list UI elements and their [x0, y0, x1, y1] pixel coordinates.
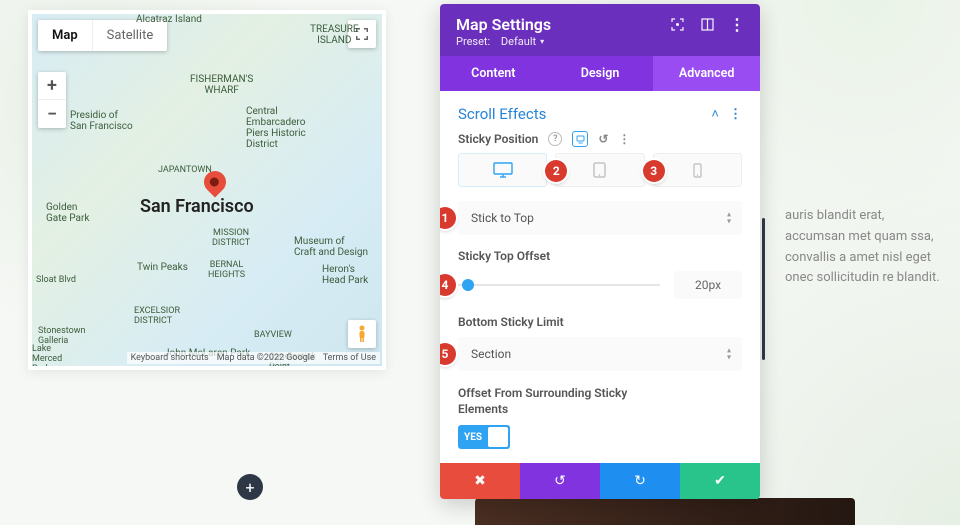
- zoom-in-button[interactable]: +: [38, 72, 66, 100]
- columns-icon[interactable]: [700, 17, 714, 31]
- tab-content[interactable]: Content: [440, 56, 547, 91]
- offset-slider[interactable]: [458, 284, 660, 286]
- device-phone[interactable]: 3: [653, 153, 742, 187]
- redo-button[interactable]: ↻: [600, 463, 680, 499]
- device-desktop[interactable]: [458, 153, 547, 187]
- annotation-4: 4: [440, 274, 456, 296]
- map-data-attrib: Map data ©2022 Google: [213, 352, 319, 364]
- map-terms[interactable]: Terms of Use: [319, 352, 380, 364]
- more-icon[interactable]: ⋮: [730, 17, 744, 31]
- tab-advanced[interactable]: Advanced: [653, 56, 760, 91]
- poi-bernal: BERNAL HEIGHTS: [208, 260, 245, 280]
- settings-panel: Map Settings Preset: Default ▾ ⋮ Content…: [440, 4, 760, 499]
- panel-preset[interactable]: Preset: Default ▾: [456, 35, 551, 48]
- panel-title: Map Settings: [456, 15, 551, 34]
- poi-fishermans: FISHERMAN'S WHARF: [190, 74, 253, 96]
- caret-down-icon: ▾: [540, 37, 544, 46]
- poi-japantown: JAPANTOWN: [158, 165, 212, 175]
- annotation-5: 5: [440, 343, 456, 365]
- save-button[interactable]: ✔: [680, 463, 760, 499]
- offset-surrounding-toggle[interactable]: YES: [458, 425, 510, 449]
- device-tablet[interactable]: 2: [555, 153, 644, 187]
- map-widget: Map Satellite + − Alcatraz Island TREASU…: [28, 10, 386, 370]
- lorem-text: auris blandit erat, accumsan met quam ss…: [785, 206, 940, 289]
- poi-excelsior: EXCELSIOR DISTRICT: [134, 306, 180, 326]
- panel-header: Map Settings Preset: Default ▾ ⋮: [440, 4, 760, 56]
- sticky-position-label: Sticky Position: [458, 132, 538, 146]
- tab-design[interactable]: Design: [547, 56, 654, 91]
- section-title[interactable]: Scroll Effects: [458, 105, 546, 123]
- undo-icon: ↺: [554, 473, 566, 489]
- annotation-1: 1: [440, 207, 456, 229]
- map-keyboard-shortcuts[interactable]: Keyboard shortcuts: [127, 352, 213, 364]
- offset-surrounding-label: Offset From Surrounding Sticky Elements: [458, 385, 628, 417]
- poi-stonestown: Stonestown Galleria: [38, 326, 85, 346]
- bottom-limit-select[interactable]: Section ▴▾: [458, 337, 742, 371]
- help-icon[interactable]: ?: [548, 132, 562, 146]
- zoom-out-button[interactable]: −: [38, 100, 66, 128]
- hover-preview-icon[interactable]: [572, 131, 588, 147]
- offset-value[interactable]: 20px: [674, 271, 742, 299]
- map-type-map[interactable]: Map: [38, 20, 93, 51]
- select-caret-icon: ▴▾: [727, 348, 731, 361]
- pegman-icon[interactable]: [348, 320, 376, 348]
- undo-button[interactable]: ↺: [520, 463, 600, 499]
- annotation-3: 3: [643, 160, 665, 182]
- sticky-top-offset-label: Sticky Top Offset: [458, 249, 742, 263]
- poi-embarcadero: Central Embarcadero Piers Historic Distr…: [246, 106, 306, 150]
- annotation-2: 2: [545, 160, 567, 182]
- divider: [762, 218, 765, 360]
- map-center-label: San Francisco: [140, 196, 254, 217]
- cancel-button[interactable]: ✖: [440, 463, 520, 499]
- zoom-control: + −: [38, 72, 66, 128]
- poi-goldengate: Golden Gate Park: [46, 202, 89, 224]
- map-footer: Keyboard shortcuts Map data ©2022 Google…: [127, 352, 380, 364]
- poi-presidio: Presidio of San Francisco: [70, 110, 133, 132]
- map-canvas[interactable]: Map Satellite + − Alcatraz Island TREASU…: [32, 14, 382, 366]
- redo-icon: ↻: [634, 473, 646, 489]
- add-module-button[interactable]: +: [237, 474, 263, 500]
- reset-icon[interactable]: ↺: [598, 132, 608, 146]
- poi-museum: Museum of Craft and Design: [294, 236, 368, 258]
- field-more-icon[interactable]: ⋮: [618, 132, 630, 146]
- panel-footer: ✖ ↺ ↻ ✔: [440, 463, 760, 499]
- poi-heron: Heron's Head Park: [322, 264, 368, 286]
- image-placeholder: [475, 498, 855, 525]
- poi-bayview: BAYVIEW: [254, 330, 292, 340]
- focus-icon[interactable]: [670, 17, 684, 31]
- close-icon: ✖: [474, 473, 486, 489]
- stick-to-select[interactable]: Stick to Top ▴▾: [458, 201, 742, 235]
- slider-thumb[interactable]: [462, 279, 474, 291]
- section-more-icon[interactable]: ⋮: [729, 107, 742, 122]
- select-caret-icon: ▴▾: [727, 212, 731, 225]
- check-icon: ✔: [714, 473, 726, 489]
- poi-mission: MISSION DISTRICT: [212, 228, 250, 248]
- poi-lakemerced: Lake Merced Park: [32, 344, 62, 366]
- bottom-limit-label: Bottom Sticky Limit: [458, 315, 742, 329]
- chevron-up-icon[interactable]: ˄: [711, 106, 719, 122]
- poi-treasure: TREASURE ISLAND: [310, 24, 359, 46]
- poi-twinpeaks: Twin Peaks: [137, 262, 188, 273]
- panel-tabs: Content Design Advanced: [440, 56, 760, 91]
- poi-sloat: Sloat Blvd: [36, 275, 76, 285]
- poi-alcatraz: Alcatraz Island: [136, 14, 202, 25]
